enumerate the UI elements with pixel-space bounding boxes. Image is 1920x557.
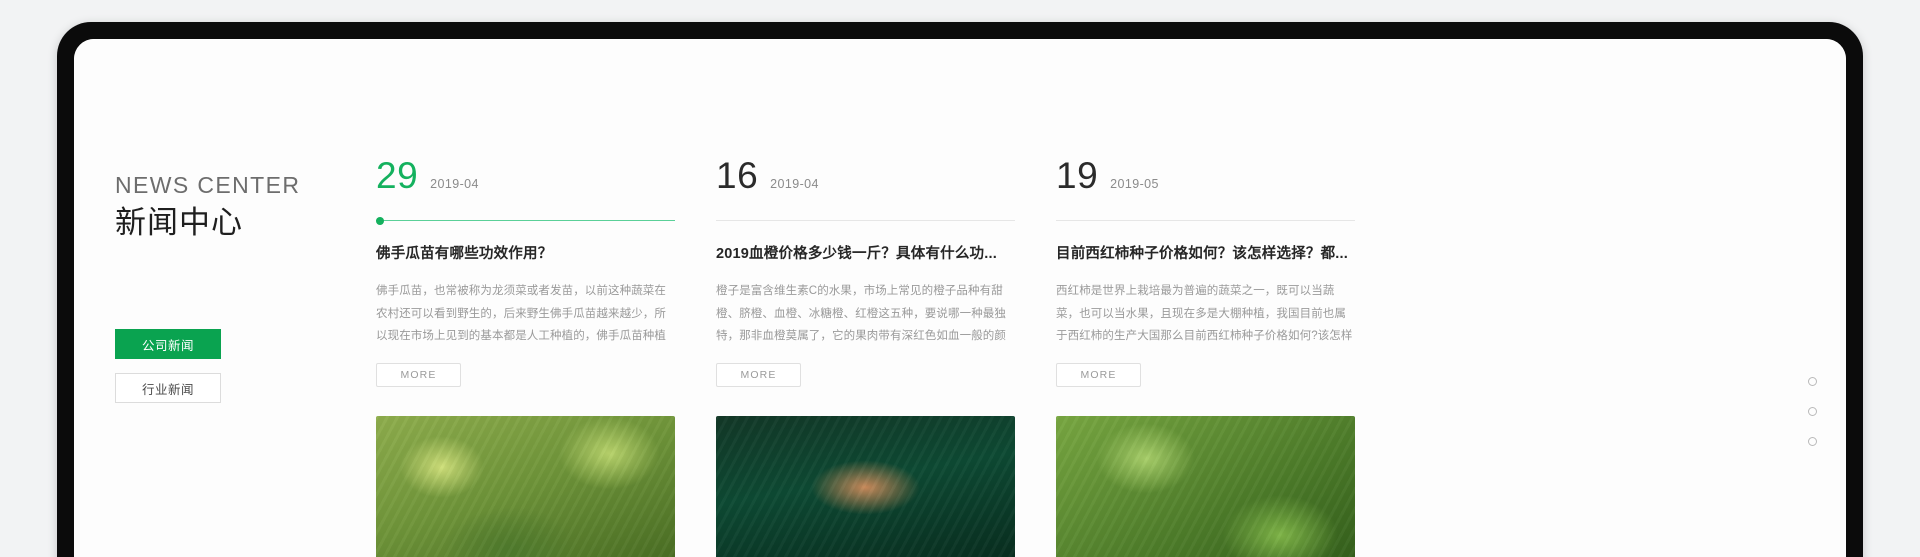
page-title: 新闻中心 xyxy=(115,205,243,241)
thumbnail-texture xyxy=(716,416,1015,557)
active-marker-dot xyxy=(376,216,384,225)
category-button-company-news[interactable]: 公司新闻 xyxy=(115,329,221,359)
screenshot-stage: NEWS CENTER 新闻中心 公司新闻 行业新闻 29 2019-04 佛手… xyxy=(0,0,1920,557)
section-heading: NEWS CENTER 新闻中心 xyxy=(115,172,365,241)
news-card[interactable]: 29 2019-04 佛手瓜苗有哪些功效作用？ 佛手瓜苗，也常被称为龙须菜或者发… xyxy=(376,157,675,557)
pagination-dot-1[interactable] xyxy=(1808,377,1817,386)
news-card[interactable]: 19 2019-05 目前西红柿种子价格如何？该怎样选择？都... 西红柿是世界… xyxy=(1056,157,1355,557)
card-date: 19 2019-05 xyxy=(1056,157,1355,201)
pagination-dots xyxy=(1808,377,1817,446)
news-card[interactable]: 16 2019-04 2019血橙价格多少钱一斤？具体有什么功... 橙子是富含… xyxy=(716,157,1015,557)
card-year-month: 2019-04 xyxy=(770,177,819,191)
more-button[interactable]: MORE xyxy=(1056,363,1141,388)
thumbnail-texture xyxy=(376,416,675,557)
more-button[interactable]: MORE xyxy=(716,363,801,388)
card-title[interactable]: 目前西红柿种子价格如何？该怎样选择？都... xyxy=(1056,244,1355,264)
card-day: 19 xyxy=(1056,155,1099,196)
card-thumbnail-image[interactable] xyxy=(1056,416,1355,557)
more-button[interactable]: MORE xyxy=(376,363,461,388)
card-year-month: 2019-05 xyxy=(1110,177,1159,191)
device-bezel: NEWS CENTER 新闻中心 公司新闻 行业新闻 29 2019-04 佛手… xyxy=(57,22,1863,557)
card-divider xyxy=(376,216,675,225)
card-title[interactable]: 佛手瓜苗有哪些功效作用？ xyxy=(376,244,675,264)
card-description: 西红柿是世界上栽培最为普遍的蔬菜之一，既可以当蔬菜，也可以当水果，且现在多是大棚… xyxy=(1056,285,1353,343)
category-button-industry-news[interactable]: 行业新闻 xyxy=(115,373,221,403)
card-date: 29 2019-04 xyxy=(376,157,675,201)
webpage-viewport: NEWS CENTER 新闻中心 公司新闻 行业新闻 29 2019-04 佛手… xyxy=(74,39,1846,557)
card-divider xyxy=(1056,220,1355,221)
section-eyebrow: NEWS CENTER xyxy=(115,172,301,198)
card-year-month: 2019-04 xyxy=(430,177,479,191)
card-thumbnail-image[interactable] xyxy=(716,416,1015,557)
card-day: 29 xyxy=(376,155,419,196)
device-screen: NEWS CENTER 新闻中心 公司新闻 行业新闻 29 2019-04 佛手… xyxy=(74,39,1846,557)
pagination-dot-3[interactable] xyxy=(1808,437,1817,446)
card-date: 16 2019-04 xyxy=(716,157,1015,201)
card-description: 佛手瓜苗，也常被称为龙须菜或者发苗，以前这种蔬菜在农村还可以看到野生的，后来野生… xyxy=(376,285,666,343)
card-day: 16 xyxy=(716,155,759,196)
card-description: 橙子是富含维生素C的水果，市场上常见的橙子品种有甜橙、脐橙、血橙、冰糖橙、红橙这… xyxy=(716,285,1006,343)
category-nav: 公司新闻 行业新闻 xyxy=(115,329,221,417)
card-title[interactable]: 2019血橙价格多少钱一斤？具体有什么功... xyxy=(716,244,1015,264)
thumbnail-texture xyxy=(1056,416,1355,557)
news-card-grid: 29 2019-04 佛手瓜苗有哪些功效作用？ 佛手瓜苗，也常被称为龙须菜或者发… xyxy=(376,157,1466,557)
pagination-dot-2[interactable] xyxy=(1808,407,1817,416)
card-divider xyxy=(716,220,1015,221)
card-thumbnail-image[interactable] xyxy=(376,416,675,557)
